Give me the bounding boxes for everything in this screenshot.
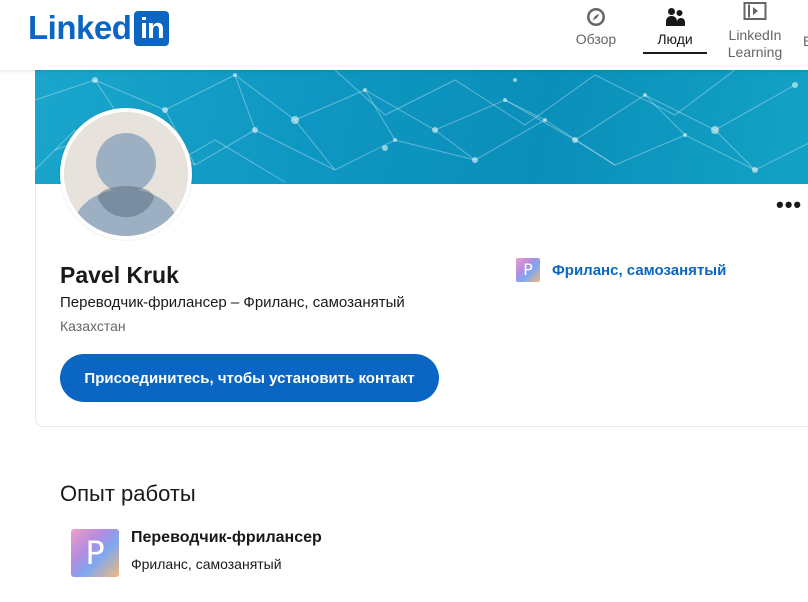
linkedin-logo[interactable]: Linked in [28,9,170,46]
current-company-link[interactable]: P Фриланс, самозанятый [516,258,726,282]
compass-icon [574,5,618,29]
learning-icon [724,1,786,25]
people-icon [643,5,707,29]
current-company-label: Фриланс, самозанятый [552,261,727,279]
nav-people-label: Люди [657,31,693,47]
nav-people[interactable]: Люди [643,5,707,54]
nav-discover-label: Обзор [575,31,617,47]
profile-name: Pavel Kruk [60,262,179,288]
nav-learning-label-1: LinkedIn [728,27,782,43]
profile-headline: Переводчик-фрилансер – Фриланс, самозаня… [60,294,405,311]
nav-learning[interactable]: LinkedIn Learning [724,1,786,61]
logo-word: Linked [28,9,132,46]
connect-button[interactable]: Присоединитесь, чтобы установить контакт [60,354,439,402]
nav-discover[interactable]: Обзор [574,5,618,48]
default-avatar-icon [64,112,188,236]
experience-title[interactable]: Переводчик-фрилансер [131,529,322,547]
top-nav-bar: Linked in Обзор Люди LinkedIn Learning Е [0,0,808,70]
more-actions-button[interactable]: ••• [776,194,802,216]
company-logo-icon: P [516,258,540,282]
logo-in-box: in [134,10,170,46]
experience-company: Фриланс, самозанятый [131,556,282,572]
profile-avatar [60,108,192,240]
nav-learning-label-2: Learning [727,44,783,60]
experience-company-logo-icon[interactable]: P [71,529,119,577]
profile-location: Казахстан [60,318,126,334]
experience-section-title: Опыт работы [60,481,196,506]
nav-overflow-item[interactable]: Е [803,33,808,49]
